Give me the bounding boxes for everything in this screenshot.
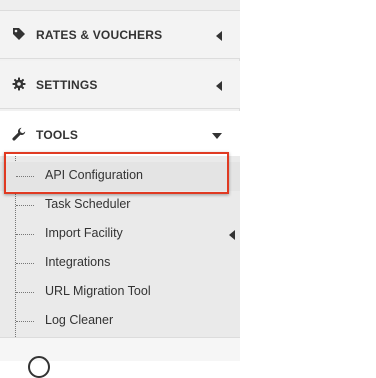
- tree-branch: [16, 292, 34, 293]
- sidebar-section-rates-vouchers[interactable]: RATES & VOUCHERS: [0, 11, 240, 59]
- submenu-item-integrations[interactable]: Integrations: [0, 249, 240, 278]
- chevron-down-icon: [212, 133, 222, 139]
- chevron-left-icon: [229, 230, 235, 240]
- submenu-item-task-scheduler[interactable]: Task Scheduler: [0, 191, 240, 220]
- tree-branch: [16, 321, 34, 322]
- sidebar: RATES & VOUCHERS SETTINGS TOOLS API Conf…: [0, 0, 240, 361]
- gear-icon: [12, 77, 26, 91]
- tree-branch: [16, 263, 34, 264]
- chevron-left-icon: [216, 31, 222, 41]
- submenu-item-label: Task Scheduler: [45, 197, 131, 211]
- sidebar-section-settings[interactable]: SETTINGS: [0, 61, 240, 109]
- tree-branch: [16, 176, 34, 177]
- sidebar-section-label: SETTINGS: [36, 78, 98, 92]
- submenu-item-label: Integrations: [45, 255, 111, 269]
- submenu-item-label: API Configuration: [45, 168, 143, 182]
- submenu-item-url-migration-tool[interactable]: URL Migration Tool: [0, 278, 240, 307]
- submenu-item-api-configuration[interactable]: API Configuration: [0, 162, 240, 191]
- tools-submenu: API Configuration Task Scheduler Import …: [0, 156, 240, 337]
- tree-branch: [16, 205, 34, 206]
- wrench-icon: [12, 127, 26, 141]
- sidebar-section-label: RATES & VOUCHERS: [36, 28, 163, 42]
- sidebar-section-label: TOOLS: [36, 128, 79, 142]
- submenu-item-log-cleaner[interactable]: Log Cleaner: [0, 307, 240, 336]
- submenu-item-import-facility[interactable]: Import Facility: [0, 220, 240, 249]
- submenu-item-label: Import Facility: [45, 226, 123, 240]
- submenu-item-label: Log Cleaner: [45, 313, 114, 327]
- sidebar-section-tools[interactable]: TOOLS: [0, 111, 240, 156]
- tag-icon: [13, 28, 25, 40]
- sidebar-top-edge: [0, 0, 240, 11]
- main-content-area: [241, 0, 376, 361]
- chevron-left-icon: [216, 81, 222, 91]
- avatar[interactable]: [28, 356, 50, 378]
- tree-branch: [16, 234, 34, 235]
- submenu-item-label: URL Migration Tool: [45, 284, 151, 298]
